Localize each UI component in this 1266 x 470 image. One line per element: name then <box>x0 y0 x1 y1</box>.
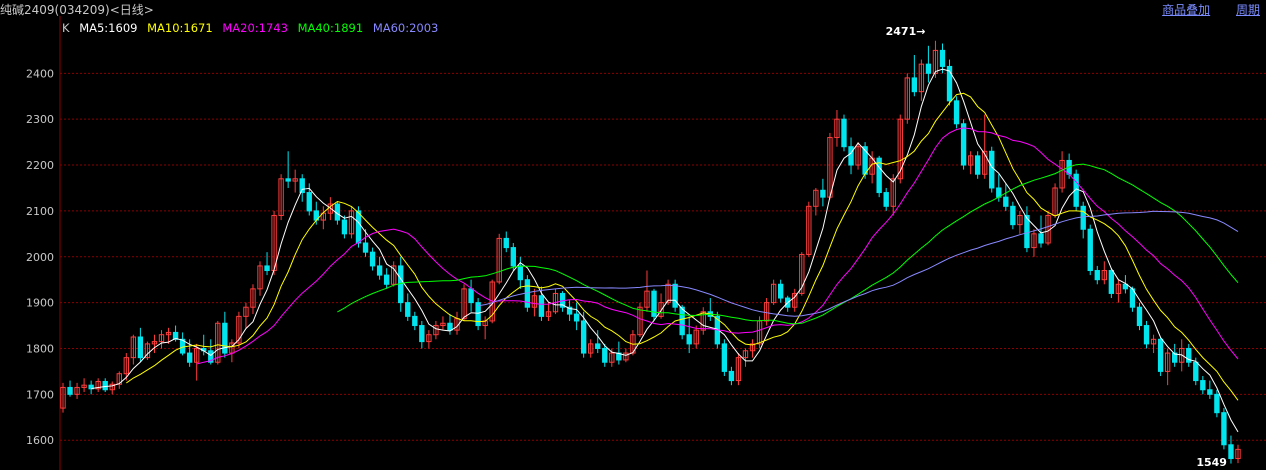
candlestick-chart[interactable]: 1600 1700 1800 1900 2000 2100 2200 2300 2400 2471… <box>0 0 1266 470</box>
candle-body <box>306 192 312 212</box>
candle-body <box>777 283 784 299</box>
candle-body <box>1108 270 1115 294</box>
candle-body <box>1087 228 1093 272</box>
candle-body <box>960 123 967 166</box>
candle-body <box>468 288 474 304</box>
candle-body <box>538 295 545 317</box>
candle-body <box>503 237 509 249</box>
candle-body <box>1214 393 1220 414</box>
candle-body <box>1010 205 1016 226</box>
candle-body <box>1221 412 1227 446</box>
candle-body <box>925 63 932 74</box>
candle-body <box>679 306 685 336</box>
y-tick-label: 1900 <box>26 297 54 310</box>
candle-body <box>848 146 854 166</box>
y-tick-label: 2100 <box>26 205 54 218</box>
candle-body <box>939 49 946 67</box>
candle-body <box>1193 361 1199 382</box>
candle-body <box>1157 338 1164 372</box>
candle-body <box>137 336 144 359</box>
candle-body <box>419 325 425 343</box>
candle-body <box>595 343 601 349</box>
candle-body <box>1003 196 1009 207</box>
candle-body <box>475 302 481 327</box>
candle-body <box>102 380 108 391</box>
candle-body <box>447 322 453 331</box>
candle-body <box>1136 306 1143 327</box>
candle-body <box>1143 325 1150 345</box>
candle-body <box>517 265 524 281</box>
y-tick-label: 2200 <box>26 159 54 172</box>
y-tick-label: 2400 <box>26 67 54 80</box>
candle-body <box>721 343 728 372</box>
candle-body <box>728 370 735 382</box>
candle-body <box>1200 380 1206 391</box>
candle-body <box>299 178 305 194</box>
candle-body <box>383 274 390 285</box>
candle-body <box>672 283 678 308</box>
candle-body <box>953 100 960 125</box>
candle-body <box>67 386 73 395</box>
candle-body <box>341 219 348 235</box>
candle-body <box>883 192 889 207</box>
candle-body <box>573 313 580 322</box>
candle-body <box>369 251 376 267</box>
candle-body <box>989 150 995 189</box>
candle-body <box>362 242 369 253</box>
y-tick-label: 1800 <box>26 342 54 355</box>
candle-body <box>222 322 228 354</box>
candle-body <box>974 155 981 175</box>
candle-body <box>510 247 516 267</box>
candle-body <box>580 320 587 354</box>
candle-body <box>405 302 411 317</box>
candle-body <box>820 189 826 198</box>
candle-body <box>841 118 847 148</box>
y-tick-label: 1600 <box>26 434 54 447</box>
ma5-line <box>91 68 1239 433</box>
candle-body <box>1228 444 1234 460</box>
candle-body <box>1080 205 1086 230</box>
candle-body <box>1207 389 1213 395</box>
candle-body <box>285 178 291 182</box>
ma10-line <box>126 92 1239 401</box>
candle-body <box>1038 233 1044 244</box>
candle-body <box>686 334 692 345</box>
candle-body <box>376 265 383 276</box>
candle-body <box>911 77 918 93</box>
candle-body <box>1094 270 1100 281</box>
high-price-label: 2471→ <box>886 25 926 38</box>
y-tick-label: 1700 <box>26 388 54 401</box>
candle-body <box>412 315 418 327</box>
candle-body <box>186 352 193 363</box>
candle-body <box>355 210 362 244</box>
candle-body <box>264 265 270 272</box>
ma60-line <box>478 210 1239 317</box>
y-tick-label: 2300 <box>26 113 54 126</box>
y-tick-label: 2000 <box>26 251 54 264</box>
low-price-label: 1549 <box>1196 456 1227 469</box>
candle-body <box>602 347 608 363</box>
